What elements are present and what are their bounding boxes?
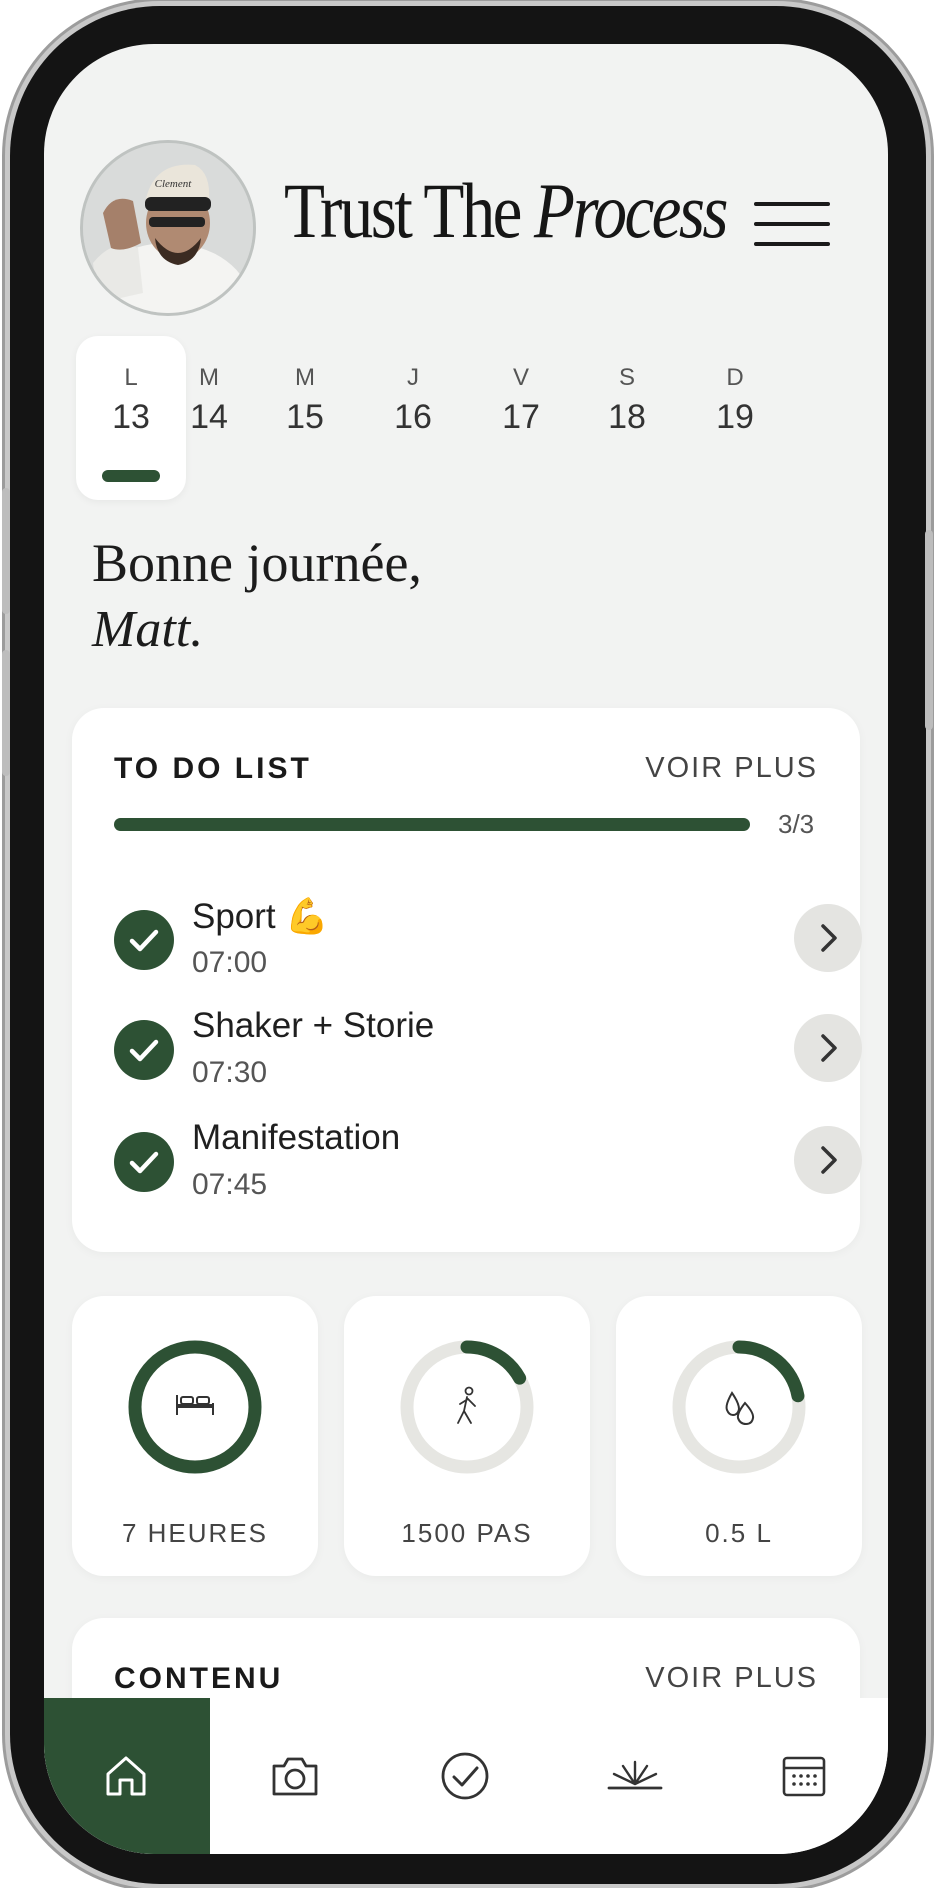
day-letter: D: [726, 364, 744, 391]
greeting: Bonne journée,: [92, 533, 422, 593]
app-title-regular: Trust The: [284, 167, 522, 254]
day-letter: M: [199, 364, 219, 391]
calendar-icon: [782, 1756, 826, 1797]
stat-card[interactable]: 0.5 L: [616, 1296, 862, 1576]
camera-icon: [272, 1757, 318, 1796]
hamburger-menu-icon[interactable]: [754, 202, 830, 248]
user-avatar-photo: Clement: [83, 143, 253, 313]
tab-home[interactable]: [44, 1698, 210, 1854]
content-see-more-link[interactable]: VOIR PLUS: [645, 1662, 818, 1695]
tab-tasks[interactable]: [380, 1698, 550, 1854]
power-button: [925, 530, 933, 730]
task-open-button[interactable]: [794, 904, 862, 972]
task-open-button[interactable]: [794, 1126, 862, 1194]
stat-label: 7 HEURES: [121, 1518, 269, 1548]
task-checkbox[interactable]: [114, 1020, 174, 1080]
todo-item: Manifestation 07:45: [114, 1116, 862, 1206]
stat-label: 1500 PAS: [401, 1518, 533, 1548]
chevron-right-icon: [821, 1034, 837, 1062]
todo-progress-bar: [114, 818, 750, 831]
day-number: 14: [190, 398, 228, 436]
chevron-right-icon: [821, 1146, 837, 1174]
stat-progress-ring: [128, 1340, 262, 1474]
day-number: 18: [608, 398, 646, 436]
content-title: CONTENU: [114, 1662, 284, 1695]
app-title: Trust The Process: [284, 172, 728, 250]
svg-text:Clement: Clement: [155, 178, 193, 190]
checkmark-icon: [129, 1039, 159, 1062]
stat-card[interactable]: 1500 PAS: [344, 1296, 590, 1576]
task-open-button[interactable]: [794, 1014, 862, 1082]
tab-camera[interactable]: [210, 1698, 380, 1854]
greeting-name: Matt.: [92, 601, 204, 658]
todo-item: Sport 💪 07:00: [114, 894, 862, 984]
tab-mindset[interactable]: [550, 1698, 720, 1854]
app-title-italic: Process: [534, 167, 728, 254]
task-checkbox[interactable]: [114, 1132, 174, 1192]
bed-icon: [176, 1395, 214, 1415]
check-circle-icon: [441, 1752, 489, 1800]
day-16[interactable]: J 16: [368, 336, 458, 500]
task-time: 07:30: [192, 1056, 268, 1089]
checkmark-icon: [129, 929, 159, 952]
todo-progress-label: 3/3: [778, 809, 815, 839]
day-letter: V: [512, 364, 529, 391]
day-letter: M: [295, 364, 315, 391]
stat-progress-ring: [672, 1340, 806, 1474]
todo-title: TO DO LIST: [114, 752, 312, 785]
home-icon: [106, 1756, 146, 1796]
walking-person-icon: [457, 1386, 476, 1424]
todo-item: Shaker + Storie 07:30: [114, 1004, 862, 1094]
todo-see-more-link[interactable]: VOIR PLUS: [645, 752, 818, 785]
day-number: 19: [716, 398, 754, 436]
day-19[interactable]: D 19: [690, 336, 780, 500]
selected-day-indicator: [102, 470, 160, 482]
stat-progress-ring: [400, 1340, 534, 1474]
sunrise-icon: [607, 1760, 663, 1790]
task-checkbox[interactable]: [114, 910, 174, 970]
stat-label: 0.5 L: [705, 1518, 773, 1548]
task-name: Manifestation: [192, 1118, 401, 1157]
day-letter: S: [618, 364, 635, 391]
checkmark-icon: [129, 1151, 159, 1174]
day-number: 15: [286, 398, 324, 436]
day-number: 17: [502, 398, 540, 436]
bottom-tab-bar: [44, 1698, 888, 1854]
day-letter: J: [407, 364, 419, 391]
task-time: 07:00: [192, 946, 268, 979]
day-14[interactable]: M 14: [164, 336, 254, 500]
volume-down-button: [2, 650, 10, 776]
day-18[interactable]: S 18: [582, 336, 672, 500]
water-drops-icon: [725, 1391, 755, 1426]
todo-progress-fill: [114, 818, 750, 831]
task-name: Shaker + Storie: [192, 1006, 435, 1045]
avatar[interactable]: Clement: [80, 140, 256, 316]
day-17[interactable]: V 17: [476, 336, 566, 500]
todo-card: TO DO LIST VOIR PLUS 3/3 Sport 💪 07:00 Sha…: [72, 708, 862, 1252]
volume-up-button: [2, 488, 10, 614]
task-time: 07:45: [192, 1168, 268, 1201]
day-15[interactable]: M 15: [260, 336, 350, 500]
day-number: 16: [394, 398, 432, 436]
app-screen: Clement Trust The Process L 13 M 14 M 15 J 16 V 1…: [44, 44, 888, 1854]
task-name: Sport 💪: [192, 897, 329, 936]
stat-card[interactable]: 7 HEURES: [72, 1296, 318, 1576]
chevron-right-icon: [821, 924, 837, 952]
tab-calendar[interactable]: [720, 1698, 888, 1854]
